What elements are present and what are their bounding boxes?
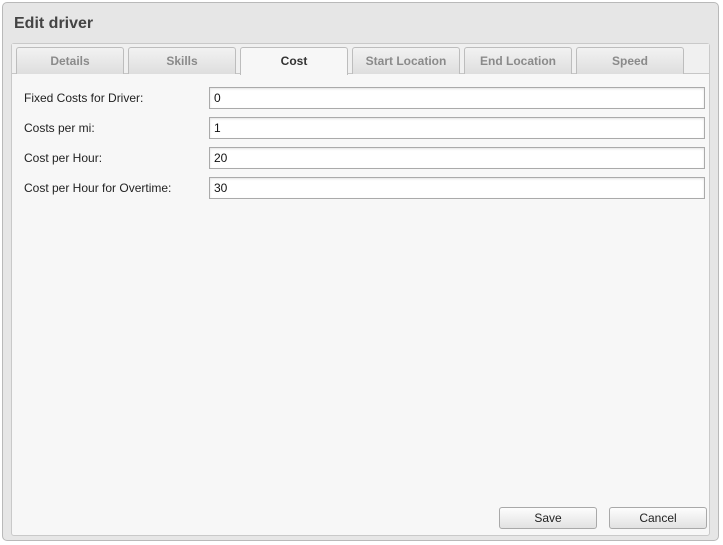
- form-row-fixed-costs: Fixed Costs for Driver:: [24, 87, 705, 111]
- costs-per-mi-input[interactable]: [209, 117, 705, 139]
- tab-details[interactable]: Details: [16, 47, 124, 74]
- cost-per-hour-overtime-input[interactable]: [209, 177, 705, 199]
- save-button[interactable]: Save: [499, 507, 597, 529]
- form-row-costs-per-mi: Costs per mi:: [24, 117, 705, 141]
- cost-per-hour-overtime-label: Cost per Hour for Overtime:: [24, 181, 172, 195]
- cost-per-hour-label: Cost per Hour:: [24, 151, 103, 165]
- fixed-costs-input[interactable]: [209, 87, 705, 109]
- cancel-button[interactable]: Cancel: [609, 507, 707, 529]
- edit-driver-dialog: Edit driver Details Skills Cost Start Lo…: [2, 2, 719, 541]
- tab-skills[interactable]: Skills: [128, 47, 236, 74]
- tab-panel: Details Skills Cost Start Location End L…: [11, 43, 710, 536]
- costs-per-mi-label: Costs per mi:: [24, 121, 95, 135]
- tab-start-location[interactable]: Start Location: [352, 47, 460, 74]
- form-row-cost-per-hour: Cost per Hour:: [24, 147, 705, 171]
- tab-bar: Details Skills Cost Start Location End L…: [12, 44, 709, 75]
- fixed-costs-label: Fixed Costs for Driver:: [24, 91, 144, 105]
- cost-per-hour-input[interactable]: [209, 147, 705, 169]
- tab-end-location[interactable]: End Location: [464, 47, 572, 74]
- form-row-cost-per-hour-overtime: Cost per Hour for Overtime:: [24, 177, 705, 201]
- tab-cost[interactable]: Cost: [240, 47, 348, 75]
- tab-speed[interactable]: Speed: [576, 47, 684, 74]
- dialog-title: Edit driver: [14, 15, 94, 32]
